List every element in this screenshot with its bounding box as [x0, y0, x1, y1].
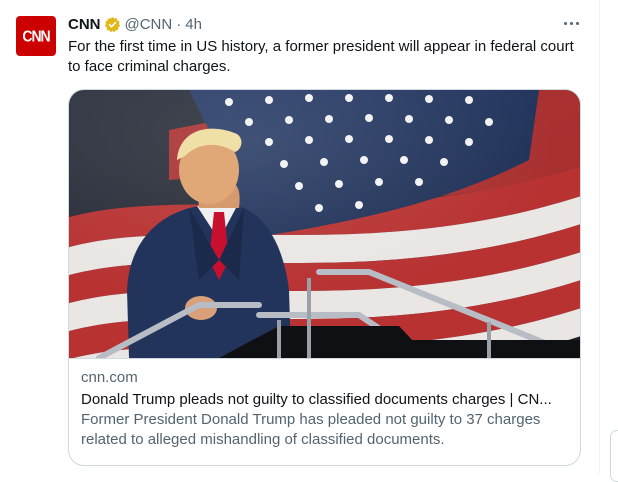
card-domain: cnn.com — [81, 369, 138, 386]
timestamp[interactable]: 4h — [185, 16, 202, 33]
author-handle[interactable]: @CNN — [125, 16, 173, 33]
author-name[interactable]: CNN — [68, 16, 101, 33]
link-card[interactable]: cnn.com Donald Trump pleads not guilty t… — [68, 89, 581, 466]
card-image[interactable] — [69, 90, 580, 358]
adjacent-panel-edge — [610, 430, 618, 482]
separator-dot: · — [176, 15, 182, 33]
more-options-icon[interactable] — [560, 12, 582, 34]
card-body[interactable]: cnn.com Donald Trump pleads not guilty t… — [69, 358, 580, 450]
avatar[interactable]: CNN — [16, 16, 56, 56]
tweet-header: CNN @CNN · 4h — [68, 14, 202, 34]
avatar-logo: CNN — [22, 26, 50, 46]
card-title[interactable]: Donald Trump pleads not guilty to classi… — [81, 390, 568, 410]
card-description: Former President Donald Trump has pleade… — [81, 411, 541, 448]
tweet-text: For the first time in US history, a form… — [68, 38, 574, 75]
tweet[interactable]: CNN CNN @CNN · 4h For the first time in … — [0, 0, 600, 474]
verified-badge-icon[interactable] — [104, 16, 121, 33]
